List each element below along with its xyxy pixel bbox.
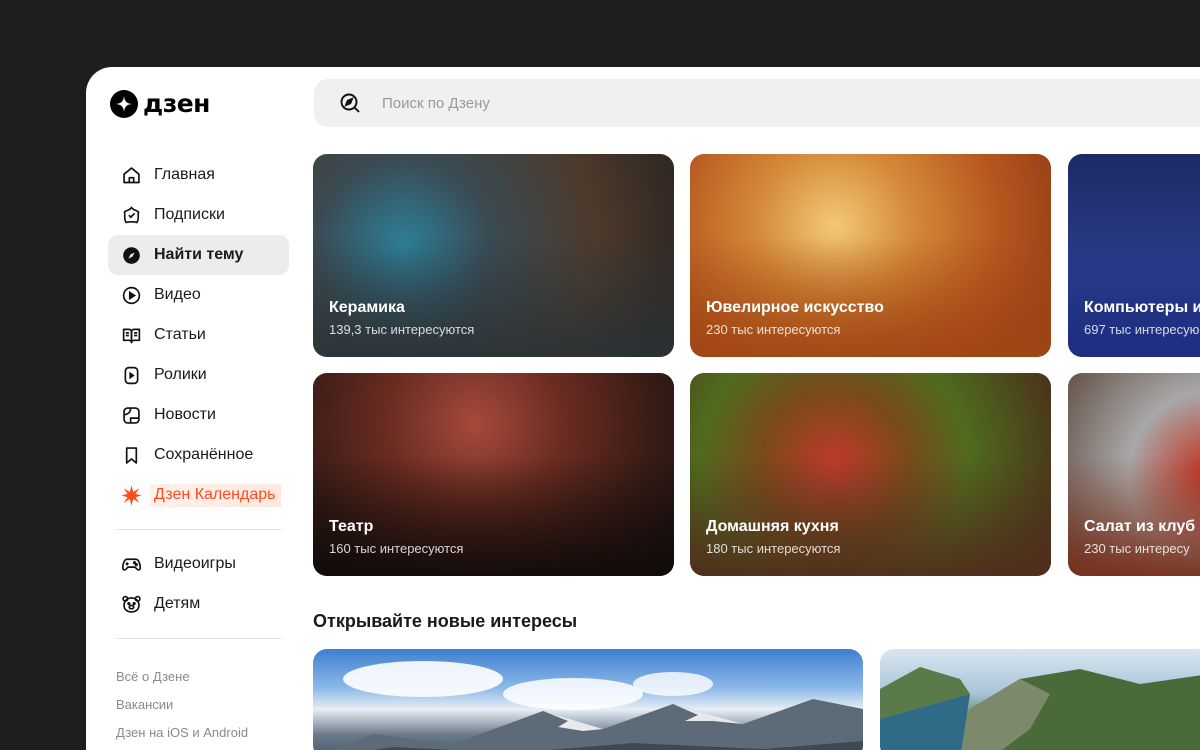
card-shade <box>690 237 1051 357</box>
topic-count: 230 тыс интересуются <box>706 322 841 337</box>
bookmark-icon <box>120 444 142 466</box>
compass-icon <box>120 244 142 266</box>
subscriptions-icon <box>120 204 142 226</box>
sidebar-item-articles[interactable]: Статьи <box>108 315 289 355</box>
topic-card-ceramics[interactable]: Керамика 139,3 тыс интересуются <box>313 154 674 357</box>
footer-links: Всё о Дзене Вакансии Дзен на iOS и Andro… <box>116 663 248 747</box>
card-shade <box>1068 456 1200 576</box>
burst-icon <box>120 484 142 506</box>
card-shade <box>313 237 674 357</box>
topic-count: 697 тыс интересую <box>1084 322 1200 337</box>
topic-title: Театр <box>329 518 374 535</box>
topic-title: Компьютеры и <box>1084 299 1200 316</box>
topic-count: 139,3 тыс интересуются <box>329 322 475 337</box>
sidebar-item-label: Видео <box>154 286 201 303</box>
sidebar-item-label: Новости <box>154 406 216 423</box>
home-icon <box>120 164 142 186</box>
brand-name: дзен <box>143 89 210 118</box>
topic-card-salad[interactable]: Салат из клуб 230 тыс интересу <box>1068 373 1200 576</box>
search-compass-icon <box>340 93 360 113</box>
sidebar-item-label: Главная <box>154 166 215 183</box>
sidebar-item-home[interactable]: Главная <box>108 155 289 195</box>
sidebar-item-video[interactable]: Видео <box>108 275 289 315</box>
sidebar-item-subscriptions[interactable]: Подписки <box>108 195 289 235</box>
nav-divider <box>116 529 281 530</box>
card-shade <box>313 456 674 576</box>
bear-icon <box>120 593 142 615</box>
sidebar-item-label: Найти тему <box>154 246 244 263</box>
discover-card-coast[interactable] <box>880 649 1200 750</box>
news-icon <box>120 404 142 426</box>
sidebar-item-shorts[interactable]: Ролики <box>108 355 289 395</box>
topic-title: Салат из клуб <box>1084 518 1196 535</box>
sidebar-item-label: Ролики <box>154 366 207 383</box>
sidebar-item-kids[interactable]: Детям <box>108 584 289 624</box>
video-icon <box>120 284 142 306</box>
sidebar-item-find-topic[interactable]: Найти тему <box>108 235 289 275</box>
card-shade <box>690 456 1051 576</box>
search-input[interactable] <box>382 94 982 112</box>
sidebar-item-label: Видеоигры <box>154 555 236 572</box>
topic-count: 180 тыс интересуются <box>706 541 841 556</box>
search-bar[interactable] <box>314 79 1200 127</box>
mountains-image <box>334 661 863 750</box>
topic-card-home-cooking[interactable]: Домашняя кухня 180 тыс интересуются <box>690 373 1051 576</box>
sidebar-item-label: Статьи <box>154 326 206 343</box>
main-nav: Главная Подписки Найти тему Видео Статьи… <box>108 155 289 653</box>
footer-link-apps[interactable]: Дзен на iOS и Android <box>116 719 248 747</box>
topic-title: Домашняя кухня <box>706 518 839 535</box>
gamepad-icon <box>120 553 142 575</box>
topic-title: Керамика <box>329 299 405 316</box>
topic-title: Ювелирное искусство <box>706 299 884 316</box>
topic-count: 230 тыс интересу <box>1084 541 1190 556</box>
topic-card-computers[interactable]: Компьютеры и 697 тыс интересую <box>1068 154 1200 357</box>
sidebar-item-label: Дзен Календарь <box>150 483 282 507</box>
discover-card-mountains[interactable] <box>313 649 863 750</box>
footer-link-about[interactable]: Всё о Дзене <box>116 663 248 691</box>
app-window: дзен Главная Подписки Найти тему Видео С… <box>86 67 1200 750</box>
sidebar-item-videogames[interactable]: Видеоигры <box>108 544 289 584</box>
nav-divider <box>116 638 281 639</box>
topic-card-theatre[interactable]: Театр 160 тыс интересуются <box>313 373 674 576</box>
footer-link-jobs[interactable]: Вакансии <box>116 691 248 719</box>
sidebar-item-label: Детям <box>154 595 201 612</box>
coast-image <box>880 667 1200 750</box>
sidebar-item-label: Подписки <box>154 206 225 223</box>
sidebar-item-news[interactable]: Новости <box>108 395 289 435</box>
shorts-icon <box>120 364 142 386</box>
sidebar-item-calendar[interactable]: Дзен Календарь <box>108 475 289 515</box>
section-title-discover: Открывайте новые интересы <box>313 611 578 631</box>
sidebar-item-label: Сохранённое <box>154 446 254 463</box>
zen-logo-icon <box>110 89 138 118</box>
card-shade <box>1068 237 1200 357</box>
logo[interactable]: дзен <box>110 89 210 118</box>
sidebar-item-saved[interactable]: Сохранённое <box>108 435 289 475</box>
book-icon <box>120 324 142 346</box>
topic-card-jewelry[interactable]: Ювелирное искусство 230 тыс интересуются <box>690 154 1051 357</box>
sidebar: дзен Главная Подписки Найти тему Видео С… <box>86 67 300 750</box>
topic-count: 160 тыс интересуются <box>329 541 464 556</box>
